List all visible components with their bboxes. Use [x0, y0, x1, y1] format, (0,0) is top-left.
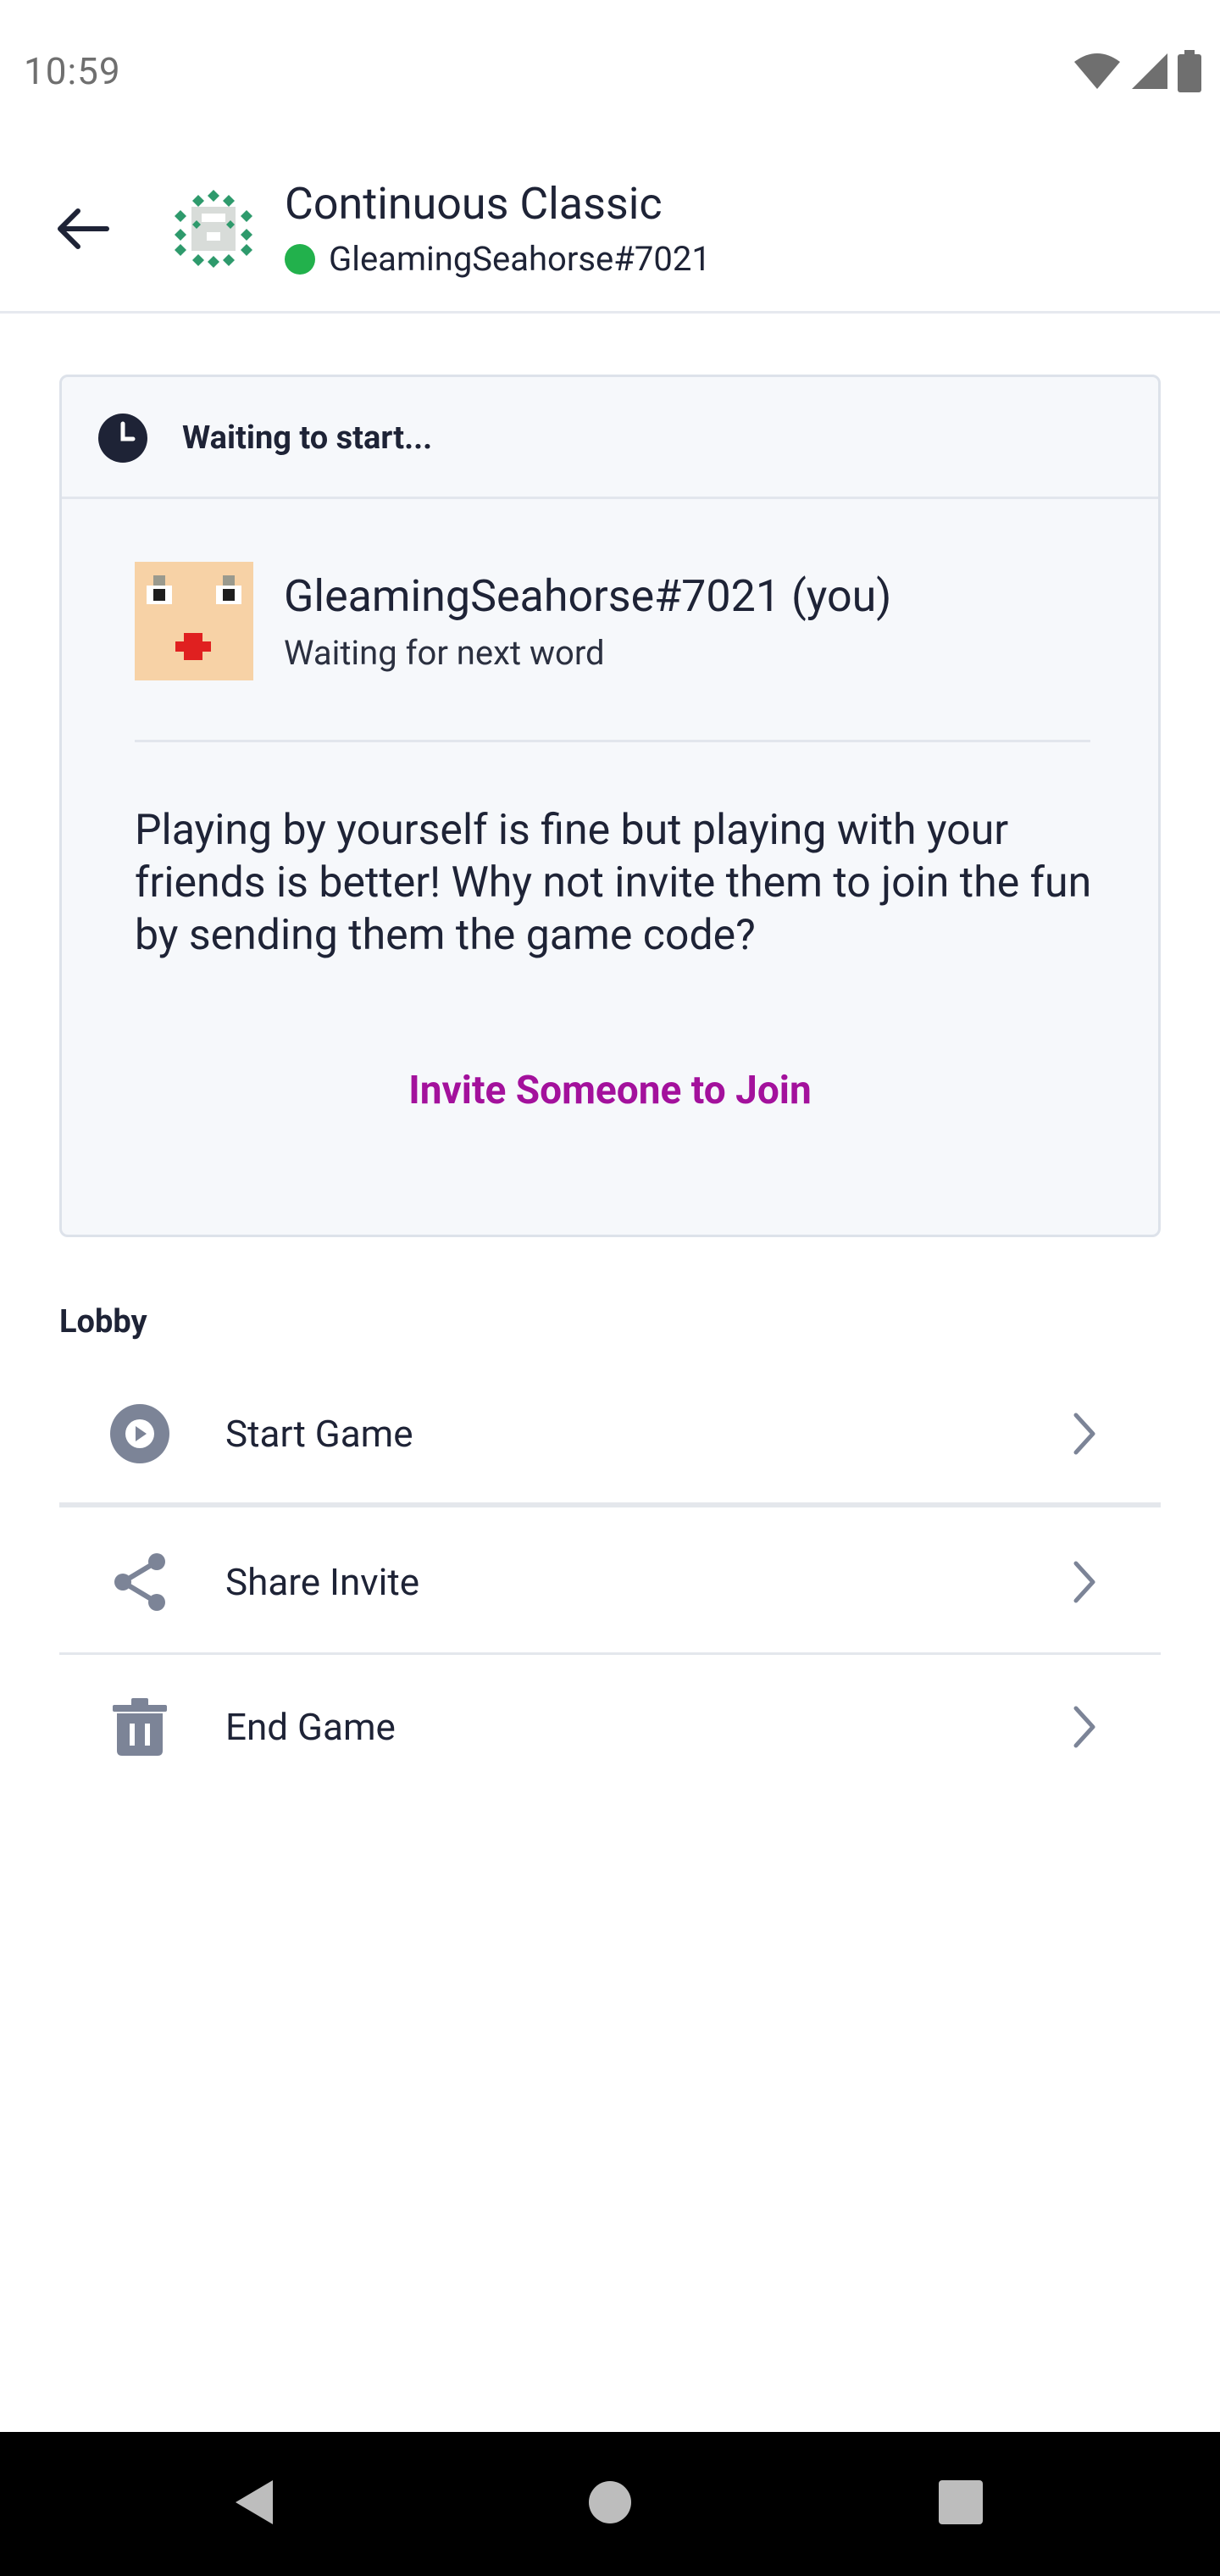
invite-button[interactable]: Invite Someone to Join — [62, 1068, 1158, 1113]
game-status-card: Waiting to start... GleamingSeahorse#702… — [59, 375, 1161, 1237]
chevron-right-icon — [1068, 1557, 1101, 1607]
recents-nav-button[interactable] — [938, 2479, 984, 2529]
player-avatar — [135, 562, 253, 680]
user-status: GleamingSeahorse#7021 — [285, 239, 711, 279]
player-status: Waiting for next word — [284, 633, 605, 673]
chevron-right-icon — [1068, 1702, 1101, 1752]
play-icon — [108, 1402, 171, 1465]
divider — [135, 740, 1090, 742]
game-title: Continuous Classic — [285, 178, 663, 230]
game-status-text: Waiting to start... — [182, 419, 433, 457]
online-indicator — [285, 243, 315, 275]
start-game-label: Start Game — [225, 1412, 413, 1456]
player-name: GleamingSeahorse#7021 (you) — [284, 570, 892, 622]
navigation-bar — [0, 2432, 1220, 2576]
triangle-back-icon — [232, 2478, 276, 2530]
back-button[interactable] — [47, 195, 119, 266]
signal-icon — [1130, 52, 1169, 94]
game-logo — [173, 188, 254, 269]
wifi-icon — [1073, 52, 1122, 94]
invite-message: Playing by yourself is fine but playing … — [135, 806, 1092, 960]
back-nav-button[interactable] — [232, 2478, 276, 2530]
battery-icon — [1178, 50, 1201, 96]
share-invite-button[interactable]: Share Invite — [59, 1510, 1161, 1654]
trash-icon — [108, 1696, 171, 1758]
chevron-right-icon — [1068, 1408, 1101, 1459]
clock-icon — [97, 413, 148, 464]
circle-home-icon — [588, 2480, 632, 2528]
share-invite-label: Share Invite — [225, 1560, 420, 1604]
end-game-label: End Game — [225, 1705, 396, 1749]
end-game-button[interactable]: End Game — [59, 1655, 1161, 1799]
home-nav-button[interactable] — [588, 2480, 632, 2528]
username: GleamingSeahorse#7021 — [329, 239, 711, 279]
card-header: Waiting to start... — [62, 377, 1158, 499]
app-header: Continuous Classic GleamingSeahorse#7021 — [0, 144, 1220, 314]
share-icon — [108, 1551, 171, 1613]
arrow-left-icon — [56, 208, 110, 253]
divider — [59, 1502, 1161, 1507]
lobby-title: Lobby — [59, 1303, 147, 1341]
start-game-button[interactable]: Start Game — [59, 1362, 1161, 1506]
status-icons — [1073, 50, 1201, 96]
status-bar: 10:59 — [0, 0, 1220, 144]
status-time: 10:59 — [24, 49, 121, 93]
square-recents-icon — [938, 2479, 984, 2529]
